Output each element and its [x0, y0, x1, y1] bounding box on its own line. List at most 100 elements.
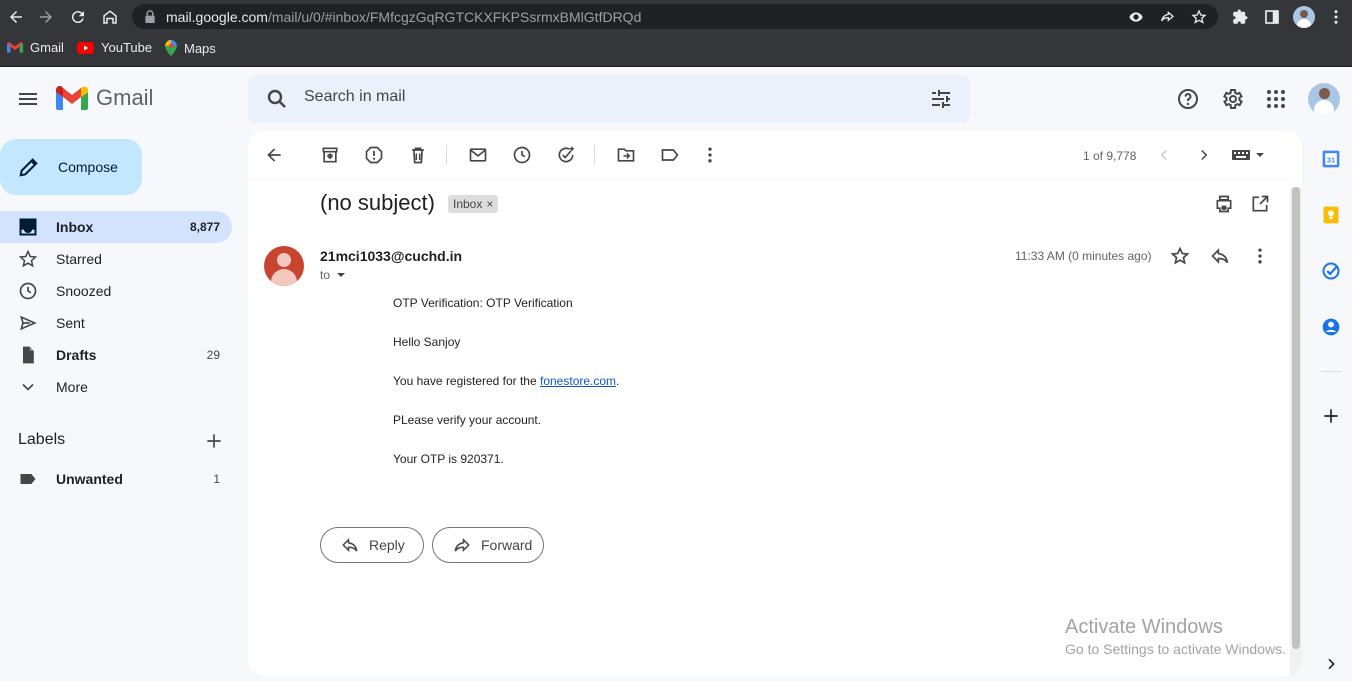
compose-button[interactable]: Compose [0, 139, 142, 195]
mark-unread-icon[interactable] [466, 143, 490, 167]
add-to-tasks-icon[interactable] [554, 143, 578, 167]
clock-icon [19, 282, 37, 300]
sender-avatar[interactable] [264, 246, 304, 286]
body-line-4: PLease verify your account. [393, 413, 542, 427]
gmail-favicon-icon [7, 41, 23, 53]
label-tag-icon [20, 474, 36, 484]
reply-arrow-icon[interactable] [1208, 244, 1232, 268]
maps-favicon-icon [165, 40, 177, 56]
contacts-app-icon[interactable] [1319, 315, 1343, 339]
extensions-icon[interactable] [1228, 5, 1252, 29]
forward-arrow-icon[interactable] [34, 5, 58, 29]
gmail-logo[interactable]: Gmail [56, 85, 153, 111]
search-icon[interactable] [265, 87, 289, 111]
browser-toolbar: mail.google.com/mail/u/0/#inbox/FMfcgzGq… [0, 0, 1352, 33]
back-arrow-icon[interactable] [4, 5, 28, 29]
older-chevron-right-icon[interactable] [1192, 143, 1216, 167]
app-name: Gmail [96, 85, 154, 110]
get-addons-plus-icon[interactable] [1319, 404, 1343, 428]
open-new-window-icon[interactable] [1248, 192, 1272, 216]
labels-heading: Labels [18, 431, 66, 448]
activate-windows-subtitle: Go to Settings to activate Windows. [1065, 641, 1286, 657]
add-label-icon[interactable] [202, 429, 226, 453]
message-scrollbar[interactable] [1290, 187, 1302, 676]
message-timestamp: 11:33 AM (0 minutes ago) [1015, 249, 1152, 263]
pagination-count: 1 of 9,778 [1083, 149, 1137, 163]
chevron-down-icon [22, 383, 34, 391]
bookmark-star-icon[interactable] [1191, 9, 1207, 25]
forward-icon [454, 537, 470, 553]
star-message-icon[interactable] [1168, 244, 1192, 268]
gmail-logo-icon [56, 86, 88, 110]
search-options-icon[interactable] [929, 87, 953, 111]
body-line-5: Your OTP is 920371. [393, 452, 504, 466]
sidebar-item-more[interactable]: More [0, 371, 232, 403]
input-tools-keyboard-icon[interactable] [1230, 143, 1272, 167]
side-panel-divider [1321, 371, 1341, 372]
tracking-eye-icon[interactable] [1128, 9, 1144, 25]
bookmark-gmail[interactable]: Gmail [7, 40, 64, 55]
remove-label-close-icon[interactable]: × [486, 197, 493, 211]
account-avatar[interactable] [1308, 83, 1340, 115]
keep-notes-icon[interactable] [1319, 203, 1343, 227]
snooze-clock-icon[interactable] [510, 143, 534, 167]
sidebar-item-inbox[interactable]: Inbox 8,877 [0, 211, 232, 243]
apps-grid-icon[interactable] [1264, 87, 1288, 111]
sidebar-item-sent[interactable]: Sent [0, 307, 232, 339]
send-icon [20, 315, 37, 331]
fonestore-link[interactable]: fonestore.com [540, 374, 616, 388]
back-to-inbox-icon[interactable] [262, 143, 286, 167]
newer-chevron-left-icon[interactable] [1152, 143, 1176, 167]
help-icon[interactable] [1176, 87, 1200, 111]
main-menu-icon[interactable] [16, 87, 40, 111]
search-input[interactable] [304, 88, 864, 106]
activate-windows-title: Activate Windows [1065, 616, 1223, 638]
labels-icon[interactable] [658, 143, 682, 167]
svg-text:31: 31 [1327, 155, 1335, 164]
lock-icon [145, 10, 155, 23]
draft-file-icon [23, 346, 34, 364]
toolbar-bottom-border [248, 179, 1290, 180]
show-side-panel-chevron-icon[interactable] [1319, 652, 1343, 676]
sidebar-item-drafts[interactable]: Drafts 29 [0, 339, 232, 371]
calendar-app-icon[interactable]: 31 [1319, 147, 1343, 171]
pencil-icon [19, 158, 38, 177]
sidebar-item-snoozed[interactable]: Snoozed [0, 275, 232, 307]
profile-avatar-icon[interactable] [1292, 5, 1316, 29]
print-icon[interactable] [1212, 192, 1236, 216]
delete-trash-icon[interactable] [406, 143, 430, 167]
address-bar[interactable]: mail.google.com/mail/u/0/#inbox/FMfcgzGq… [132, 4, 1218, 29]
url-text: mail.google.com/mail/u/0/#inbox/FMfcgzGq… [166, 9, 642, 25]
inbox-icon [19, 218, 37, 236]
body-line-2: Hello Sanjoy [393, 335, 461, 349]
settings-gear-icon[interactable] [1220, 87, 1244, 111]
youtube-favicon-icon [77, 41, 94, 54]
side-panel-icon[interactable] [1260, 5, 1284, 29]
bookmark-youtube[interactable]: YouTube [77, 40, 152, 55]
sidebar-item-starred[interactable]: Starred [0, 243, 232, 275]
archive-icon[interactable] [318, 143, 342, 167]
body-line-1: OTP Verification: OTP Verification [393, 296, 573, 310]
reload-icon[interactable] [66, 5, 90, 29]
message-more-icon[interactable] [1248, 244, 1272, 268]
browser-menu-icon[interactable] [1324, 5, 1348, 29]
inbox-label-chip[interactable]: Inbox × [448, 195, 499, 213]
report-spam-icon[interactable] [362, 143, 386, 167]
forward-button[interactable]: Forward [432, 527, 544, 563]
move-to-folder-icon[interactable] [614, 143, 638, 167]
sidebar-label-unwanted[interactable]: Unwanted 1 [0, 463, 232, 495]
message-panel: 1 of 9,778 (no subject) Inbox × 21mci103… [248, 131, 1302, 676]
share-icon[interactable] [1159, 9, 1175, 25]
star-icon [18, 249, 38, 268]
toolbar-divider [446, 145, 447, 165]
toolbar-divider [594, 145, 595, 165]
bookmark-maps[interactable]: Maps [165, 40, 216, 56]
scrollbar-thumb[interactable] [1292, 187, 1300, 649]
sender-email[interactable]: 21mci1033@cuchd.in [320, 248, 462, 264]
tasks-app-icon[interactable] [1319, 259, 1343, 283]
search-bar[interactable] [248, 75, 970, 123]
more-options-icon[interactable] [698, 143, 722, 167]
recipient-details[interactable]: to [320, 268, 346, 282]
home-icon[interactable] [98, 5, 122, 29]
reply-button[interactable]: Reply [320, 527, 424, 563]
